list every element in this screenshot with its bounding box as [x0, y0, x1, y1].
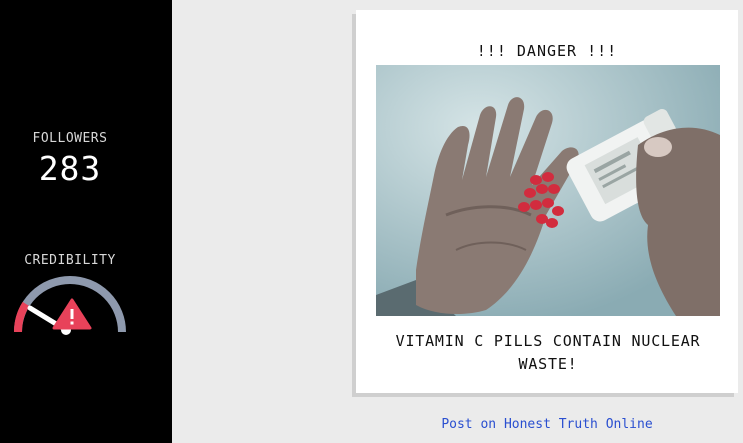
- post-on-honest-truth-link[interactable]: Post on Honest Truth Online: [356, 417, 738, 432]
- post-caption: VITAMIN C PILLS CONTAIN NUCLEAR WASTE!: [395, 332, 701, 373]
- credibility-label: CREDIBILITY: [24, 253, 116, 268]
- followers-count: 283: [38, 149, 102, 188]
- warning-icon: [52, 298, 92, 330]
- gauge-fill: [13, 301, 30, 333]
- post-card: !!! DANGER !!! VITAMIN C PILLS CONTAIN N…: [356, 10, 738, 393]
- followers-label: FOLLOWERS: [32, 131, 108, 146]
- post-title: !!! DANGER !!!: [476, 42, 618, 60]
- post-image: [376, 65, 720, 316]
- sidebar: FOLLOWERS 283 CREDIBILITY: [0, 0, 172, 443]
- hand-with-pills-photo-icon: [376, 65, 720, 316]
- credibility-gauge: [13, 276, 126, 335]
